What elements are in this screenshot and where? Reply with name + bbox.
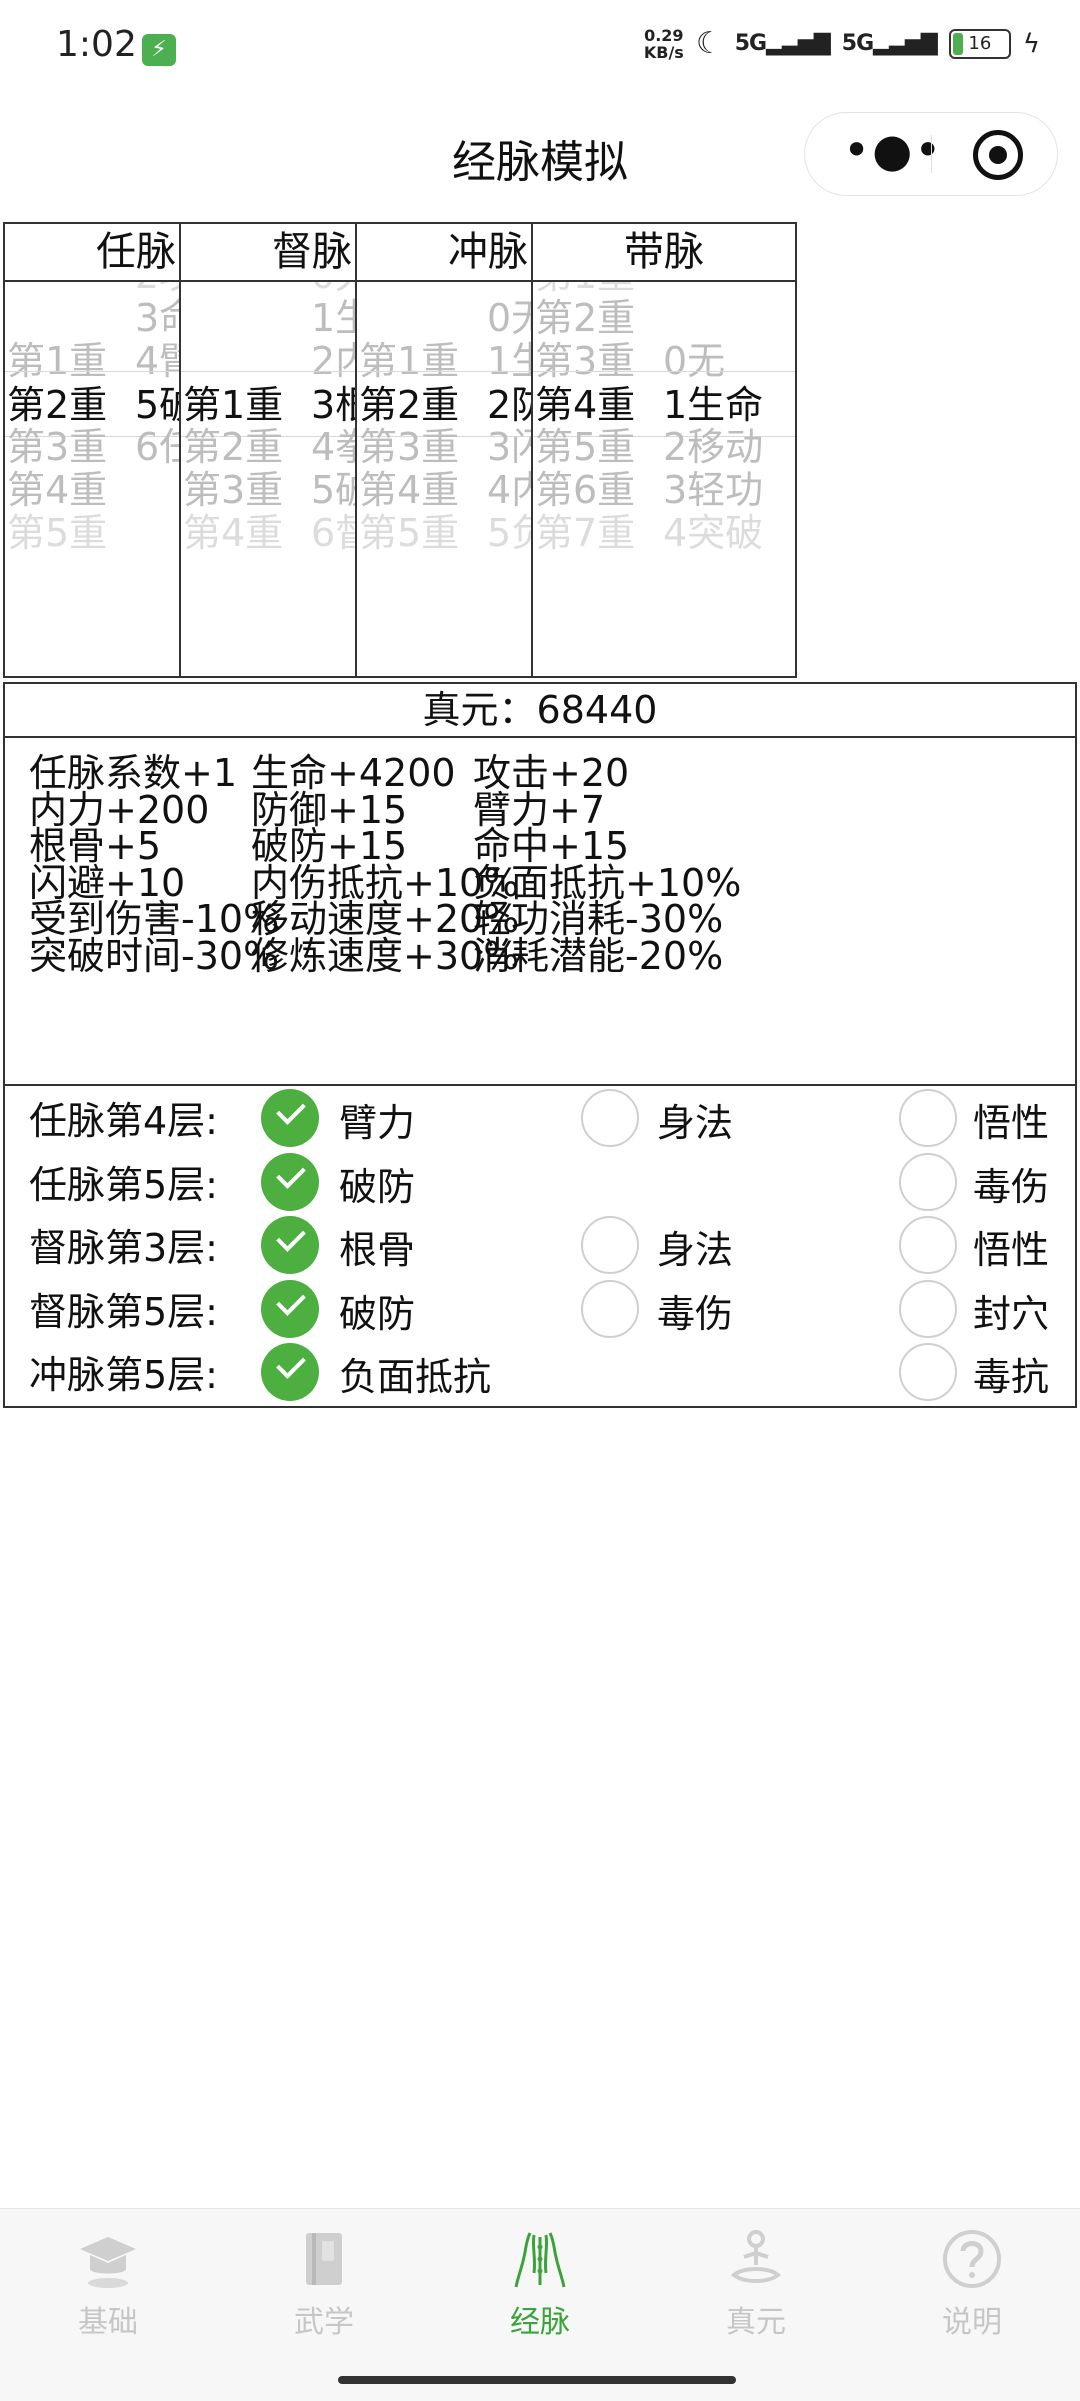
radio-option-label[interactable]: 毒抗 [973,1346,1049,1401]
tab-label: 真元 [726,2305,786,2340]
charging-icon: ϟ [1022,28,1040,59]
do-not-disturb-icon: ☾ [695,26,723,61]
signal-icon-2: 5G▂▃▅▇ [841,31,938,56]
radio-checked-icon[interactable] [261,1343,319,1401]
radio-unchecked-icon[interactable] [581,1216,639,1274]
picker-level: 第5重 [359,511,460,555]
stat-value: 消耗潜能-20% [473,934,724,978]
tab-book[interactable]: 武学 [216,2227,432,2347]
tab-label: 武学 [294,2305,354,2340]
radio-option-label[interactable]: 封穴 [973,1283,1049,1338]
meridian-column: 带脉第1重第2重第3重0无第4重1生命第5重2移动第6重3轻功第7重4突破 [531,222,797,678]
graduation-cap-icon [76,2227,140,2291]
layer-option-label: 督脉第5层: [29,1289,218,1334]
radio-unchecked-icon[interactable] [899,1152,957,1211]
status-bar: 1:02 ⚡ 0.29 KB/s ☾ 5G▂▃▅▇ 5G▂▃▅▇ 16 ϟ [0,0,1080,100]
stat-value: 突破时间-30% [29,934,280,978]
status-time: 1:02 [56,24,137,65]
radio-option-label[interactable]: 身法 [657,1219,733,1274]
picker-level: 第7重 [535,511,636,555]
layer-option-row: 督脉第3层: 根骨 身法 悟性 [5,1213,1075,1277]
layer-option-label: 任脉第4层: [29,1099,218,1143]
radio-unchecked-icon[interactable] [899,1216,957,1274]
tab-graduation-cap[interactable]: 基础 [0,2227,216,2347]
layer-option-label: 冲脉第5层: [29,1353,218,1397]
meridian-picker[interactable]: 第1重第2重第3重0无第4重1生命第5重2移动第6重3轻功第7重4突破 [533,282,795,676]
layer-option-row: 任脉第4层: 臂力 身法 悟性 [5,1086,1075,1150]
target-icon[interactable] [973,130,1023,180]
tab-bar: 基础 武学 经脉 真元 说明 [0,2208,1080,2401]
layer-option-label: 任脉第5层: [29,1162,218,1207]
signal-icon-1: 5G▂▃▅▇ [734,31,831,56]
radio-option-label[interactable]: 悟性 [973,1219,1049,1274]
picker-row[interactable]: 第7重 4突破 [533,500,795,566]
layer-options-panel: 任脉第4层: 臂力 身法 悟性 任脉第5层: 破防 毒伤 督脉第3层: 根骨 身法 悟性 督脉第5层:… [3,1084,1077,1408]
battery-icon: 16 [948,28,1011,59]
picker-level: 第4重 [183,511,284,555]
radio-option-label[interactable]: 臂力 [339,1092,415,1147]
tab-meridian-body[interactable]: 经脉 [432,2227,648,2347]
radio-checked-icon[interactable] [261,1279,319,1338]
meridian-body-icon [508,2227,572,2291]
radio-option-label[interactable]: 破防 [339,1156,415,1211]
layer-option-row: 督脉第5层: 破防 毒伤 封穴 [5,1277,1075,1341]
picker-level: 第5重 [7,511,108,555]
meridian-column-title: 带脉 [533,224,795,282]
layer-option-label: 督脉第3层: [29,1226,218,1270]
radio-checked-icon[interactable] [261,1089,319,1147]
tab-label: 基础 [78,2305,138,2340]
miniprogram-capsule: •●• [804,112,1058,196]
capsule-divider [931,135,932,173]
zhenyuan-panel: 真元：68440 任脉系数+1 生命+4200 攻击+20 内力+200 防御+15 臂力… [3,682,1077,1086]
radio-option-label[interactable]: 悟性 [973,1092,1049,1147]
radio-option-label[interactable]: 身法 [657,1092,733,1147]
picker-option: 4突破 [663,511,764,555]
tab-help[interactable]: 说明 [864,2227,1080,2347]
status-indicators: 0.29 KB/s ☾ 5G▂▃▅▇ 5G▂▃▅▇ 16 ϟ [644,26,1040,61]
radio-option-label[interactable]: 破防 [339,1283,415,1338]
book-icon [292,2227,356,2291]
help-icon [940,2227,1004,2291]
radio-option-label[interactable]: 毒伤 [657,1283,733,1338]
meditation-icon [724,2227,788,2291]
more-dots-icon[interactable]: •●• [843,125,941,181]
charging-app-icon: ⚡ [142,34,176,66]
radio-option-label[interactable]: 毒伤 [973,1156,1049,1211]
radio-unchecked-icon[interactable] [899,1279,957,1338]
radio-option-label[interactable]: 负面抵抗 [339,1346,491,1401]
zhenyuan-total: 真元：68440 [5,684,1075,738]
radio-checked-icon[interactable] [261,1152,319,1211]
radio-checked-icon[interactable] [261,1216,319,1274]
tab-label: 说明 [942,2305,1002,2340]
layer-option-row: 任脉第5层: 破防 毒伤 [5,1150,1075,1214]
radio-option-label[interactable]: 根骨 [339,1219,415,1274]
radio-unchecked-icon[interactable] [899,1089,957,1147]
radio-unchecked-icon[interactable] [581,1089,639,1147]
radio-unchecked-icon[interactable] [581,1279,639,1338]
layer-option-row: 冲脉第5层: 负面抵抗 毒抗 [5,1340,1075,1404]
tab-label: 经脉 [510,2305,570,2340]
home-indicator [338,2376,736,2384]
net-speed: 0.29 KB/s [643,25,684,62]
radio-unchecked-icon[interactable] [899,1343,957,1401]
tab-meditation[interactable]: 真元 [648,2227,864,2347]
